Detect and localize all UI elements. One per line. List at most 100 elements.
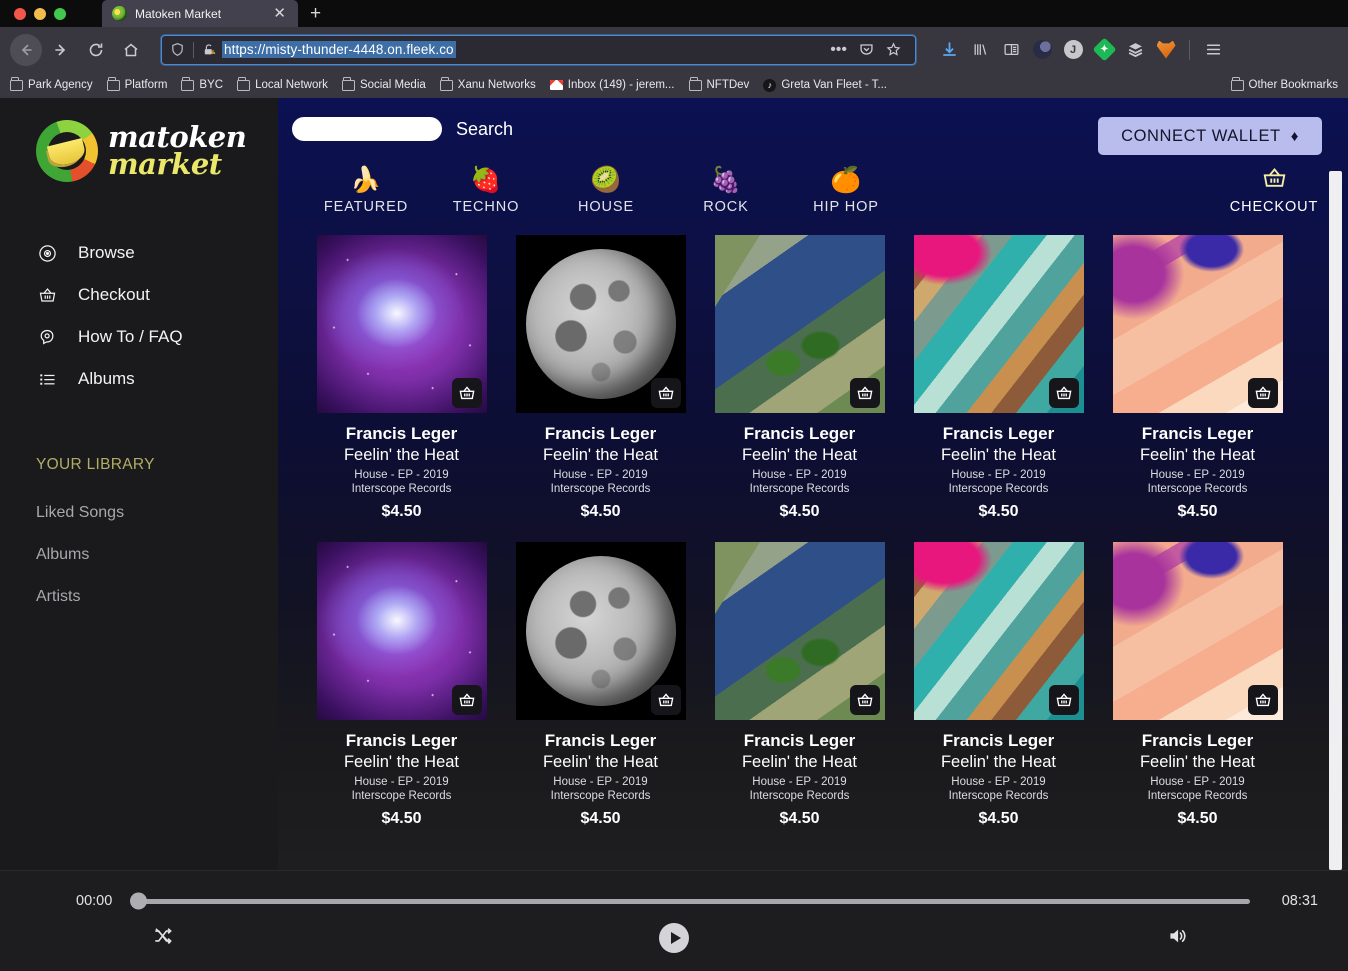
bookmark-item[interactable]: ♪ Greta Van Fleet - T... (763, 78, 887, 92)
search-input[interactable] (292, 117, 442, 141)
album-card[interactable]: Francis Leger Feelin' the Heat House - E… (899, 542, 1098, 828)
add-to-cart-icon[interactable] (1247, 685, 1278, 715)
bookmark-item[interactable]: Park Agency (10, 77, 93, 91)
main-content: Search CONNECT WALLET ♦ 🍌 FEATURED 🍓 TEC… (278, 98, 1348, 870)
add-to-cart-icon[interactable] (650, 685, 681, 715)
volume-icon[interactable] (1166, 925, 1188, 952)
hamburger-menu-icon[interactable] (1199, 36, 1227, 64)
new-tab-button[interactable]: + (298, 0, 333, 27)
close-window-button[interactable] (14, 7, 26, 20)
bookmark-star-icon[interactable] (880, 42, 907, 57)
extension-clock-icon[interactable]: J (1059, 36, 1087, 64)
category-house[interactable]: 🥝 HOUSE (546, 165, 666, 215)
album-card[interactable]: Francis Leger Feelin' the Heat House - E… (700, 542, 899, 828)
bookmark-item[interactable]: Xanu Networks (439, 77, 536, 91)
bookmark-item[interactable]: Social Media (341, 77, 426, 91)
connect-wallet-button[interactable]: CONNECT WALLET ♦ (1098, 117, 1322, 155)
album-card[interactable]: Francis Leger Feelin' the Heat House - E… (700, 235, 899, 521)
add-to-cart-icon[interactable] (1048, 378, 1079, 408)
album-card[interactable]: Francis Leger Feelin' the Heat House - E… (1098, 542, 1297, 828)
home-button-icon[interactable] (115, 34, 147, 66)
album-cover[interactable] (913, 235, 1084, 413)
album-cover[interactable] (316, 235, 487, 413)
other-bookmarks-item[interactable]: Other Bookmarks (1230, 77, 1338, 91)
forward-button-icon[interactable] (45, 34, 77, 66)
browser-tab[interactable]: Matoken Market ✕ (102, 0, 298, 27)
add-to-cart-icon[interactable] (1247, 378, 1278, 408)
folder-icon (181, 77, 195, 91)
album-cover[interactable] (515, 542, 686, 720)
tracking-shield-icon[interactable] (170, 42, 193, 57)
bookmark-item[interactable]: Platform (106, 77, 167, 91)
album-title: Feelin' the Heat (741, 753, 858, 771)
list-icon (36, 370, 58, 389)
add-to-cart-icon[interactable] (849, 378, 880, 408)
bookmark-item[interactable]: Inbox (149) - jerem... (549, 79, 675, 91)
album-cover[interactable] (714, 542, 885, 720)
sidebar-item-how-to-faq[interactable]: How To / FAQ (0, 316, 278, 358)
metamask-fox-icon[interactable] (1152, 36, 1180, 64)
add-to-cart-icon[interactable] (451, 378, 482, 408)
reload-button-icon[interactable] (80, 34, 112, 66)
url-text[interactable]: https://misty-thunder-4448.on.fleek.co (222, 41, 456, 58)
duration-label: 08:31 (1281, 893, 1318, 909)
insecure-lock-icon[interactable] (202, 43, 216, 57)
category-rock[interactable]: 🍇 ROCK (666, 165, 786, 215)
album-cover[interactable] (1112, 542, 1283, 720)
checkout-top-button[interactable]: CHECKOUT (1214, 166, 1334, 215)
add-to-cart-icon[interactable] (650, 378, 681, 408)
album-title: Feelin' the Heat (1139, 753, 1256, 771)
album-cover[interactable] (515, 235, 686, 413)
album-card[interactable]: Francis Leger Feelin' the Heat House - E… (501, 542, 700, 828)
album-card[interactable]: Francis Leger Feelin' the Heat House - E… (1098, 235, 1297, 521)
category-featured[interactable]: 🍌 FEATURED (306, 165, 426, 215)
category-hip-hop[interactable]: 🍊 HIP HOP (786, 165, 906, 215)
add-to-cart-icon[interactable] (849, 685, 880, 715)
bookmark-item[interactable]: Local Network (237, 77, 328, 91)
album-title: Feelin' the Heat (542, 446, 659, 464)
shuffle-icon[interactable] (152, 925, 174, 952)
play-button[interactable] (659, 923, 689, 953)
seek-thumb[interactable] (130, 892, 147, 910)
pocket-icon[interactable] (853, 42, 880, 57)
strawberry-icon: 🍓 (470, 166, 502, 194)
album-card[interactable]: Francis Leger Feelin' the Heat House - E… (302, 542, 501, 828)
close-tab-icon[interactable]: ✕ (271, 6, 288, 21)
extension-swirl-icon[interactable] (1028, 36, 1056, 64)
sidebar-item-albums[interactable]: Albums (0, 358, 278, 400)
minimize-window-button[interactable] (34, 7, 46, 20)
sidebar-item-liked-songs[interactable]: Liked Songs (0, 492, 278, 534)
library-icon[interactable] (966, 36, 994, 64)
album-cover[interactable] (714, 235, 885, 413)
seek-slider[interactable] (130, 892, 1250, 910)
extension-layers-icon[interactable] (1121, 36, 1149, 64)
back-button-icon[interactable] (10, 33, 42, 66)
album-cover[interactable] (1112, 235, 1283, 413)
page-actions-more-icon[interactable]: ••• (824, 41, 853, 59)
reader-view-icon[interactable] (997, 36, 1025, 64)
page-scrollbar[interactable] (1329, 171, 1342, 870)
address-bar[interactable]: https://misty-thunder-4448.on.fleek.co •… (161, 34, 916, 65)
download-icon[interactable] (935, 36, 963, 64)
album-card[interactable]: Francis Leger Feelin' the Heat House - E… (501, 235, 700, 521)
sidebar-item-browse[interactable]: Browse (0, 232, 278, 274)
bookmark-item[interactable]: NFTDev (688, 77, 749, 91)
bookmark-item[interactable]: BYC (181, 77, 223, 91)
sidebar-item-library-albums[interactable]: Albums (0, 534, 278, 576)
album-card[interactable]: Francis Leger Feelin' the Heat House - E… (302, 235, 501, 521)
album-card[interactable]: Francis Leger Feelin' the Heat House - E… (899, 235, 1098, 521)
app-sidebar: matoken market Browse Checkout How To / … (0, 98, 278, 870)
bookmark-label: Park Agency (28, 79, 93, 91)
extension-diamond-icon[interactable]: ✦ (1090, 36, 1118, 64)
album-artist: Francis Leger (1141, 424, 1254, 443)
add-to-cart-icon[interactable] (451, 685, 482, 715)
sidebar-item-checkout[interactable]: Checkout (0, 274, 278, 316)
sidebar-item-artists[interactable]: Artists (0, 576, 278, 618)
folder-icon (106, 77, 120, 91)
app-logo[interactable]: matoken market (0, 120, 278, 182)
add-to-cart-icon[interactable] (1048, 685, 1079, 715)
maximize-window-button[interactable] (54, 7, 66, 20)
album-cover[interactable] (316, 542, 487, 720)
category-techno[interactable]: 🍓 TECHNO (426, 165, 546, 215)
album-cover[interactable] (913, 542, 1084, 720)
